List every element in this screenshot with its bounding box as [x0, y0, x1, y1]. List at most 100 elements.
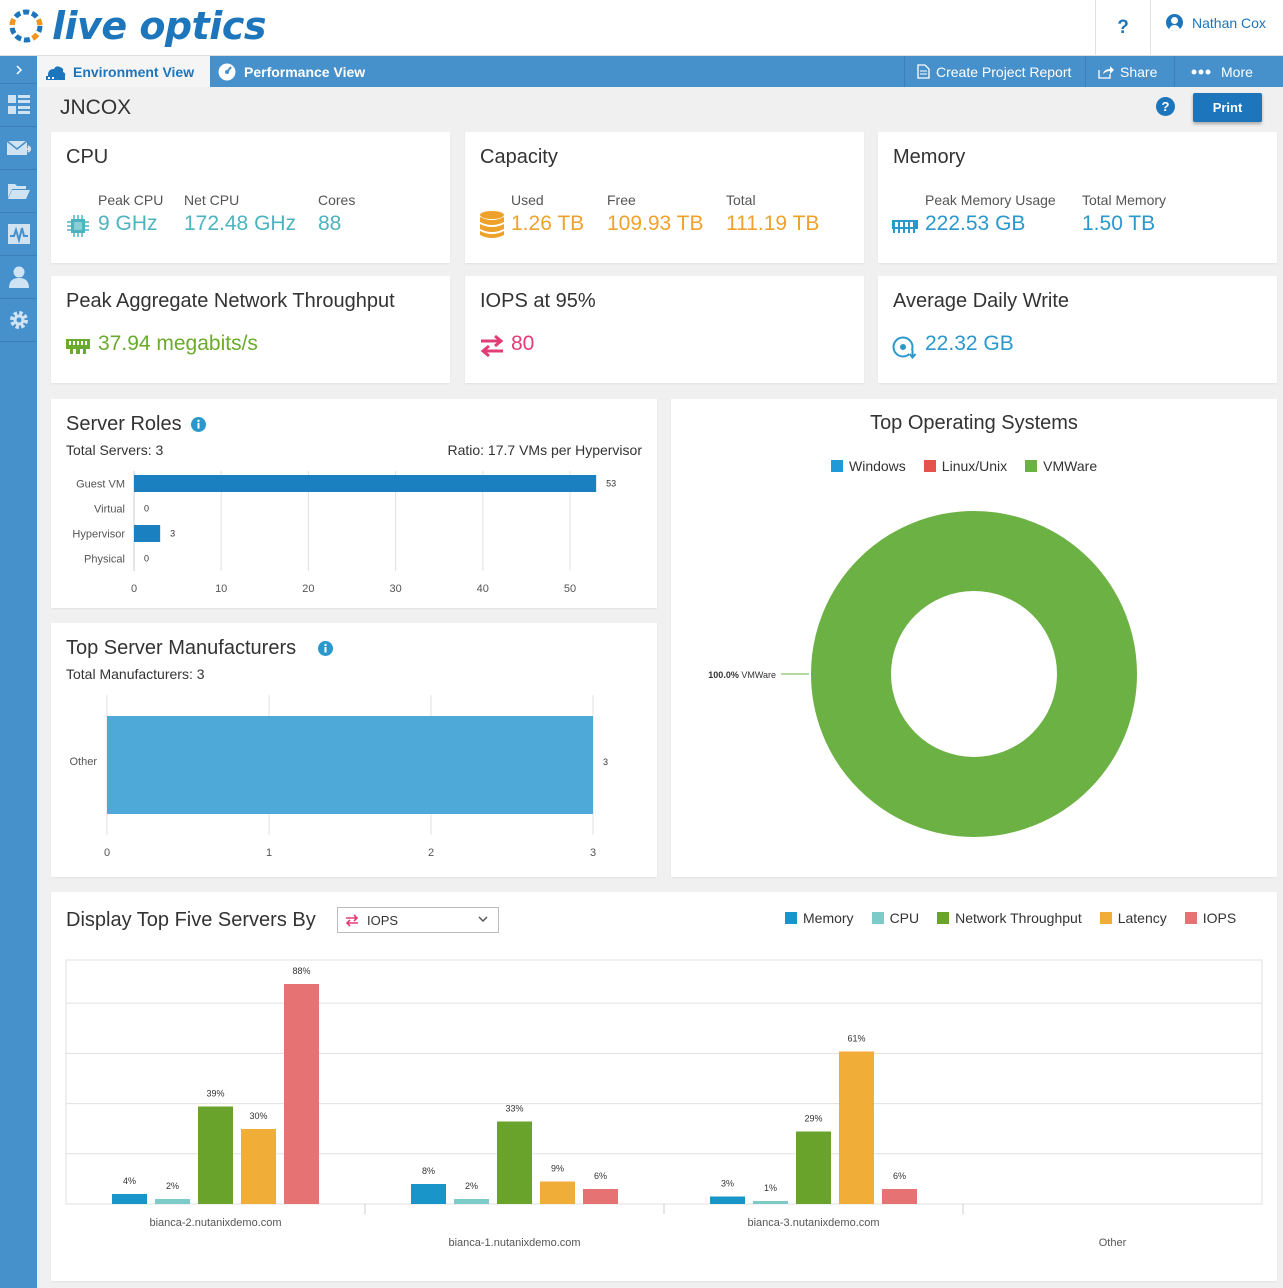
cpu-card: CPU Peak CPU Net CPU Cores 9 GHz 172.48 …: [51, 132, 450, 263]
top-header: live optics ? Nathan Cox: [0, 0, 1283, 56]
mail-icon: [6, 140, 31, 155]
print-button[interactable]: Print: [1193, 93, 1262, 122]
category-label: Virtual: [94, 504, 125, 516]
share-icon: [1098, 65, 1114, 79]
bar-value-label: 9%: [551, 1164, 564, 1174]
view-tab-bar: Environment View Performance View Create…: [37, 56, 1283, 87]
sidebar-item-users[interactable]: [0, 256, 37, 299]
memory-module-icon: [892, 220, 918, 233]
create-project-report-label: Create Project Report: [936, 63, 1072, 80]
total-memory-label: Total Memory: [1082, 192, 1167, 208]
peak-cpu-label: Peak CPU: [98, 192, 164, 208]
bar-value-label: 3%: [721, 1179, 734, 1189]
sidebar-item-performance[interactable]: [0, 213, 37, 256]
logo-icon: [9, 9, 43, 43]
bar[interactable]: [882, 1189, 917, 1204]
chevron-down-icon: [478, 916, 488, 923]
tab-environment-view[interactable]: Environment View: [37, 56, 210, 87]
os-donut-chart: 100.0% VMWare: [708, 511, 1137, 837]
more-label: More: [1221, 63, 1253, 80]
user-menu[interactable]: Nathan Cox: [1166, 14, 1266, 31]
bar[interactable]: [583, 1189, 618, 1204]
bar-value-label: 1%: [764, 1183, 777, 1193]
logo-text: live optics: [52, 4, 266, 48]
bar[interactable]: [839, 1051, 874, 1205]
share-label: Share: [1120, 63, 1158, 80]
more-dots-icon: [1191, 69, 1211, 74]
pulse-icon: [7, 224, 30, 244]
user-icon: [8, 266, 29, 288]
used-label: Used: [511, 192, 544, 208]
free-value: 109.93 TB: [607, 212, 704, 235]
tab-performance-label: Performance View: [244, 63, 366, 80]
x-tick-label: 30: [389, 583, 401, 595]
server-roles-chart: 0 10 20 30 40 50Guest VM 53Virtual 0Hypervisor 3…: [72, 471, 616, 595]
share-button[interactable]: Share: [1085, 56, 1174, 87]
bar[interactable]: [155, 1199, 190, 1204]
bar[interactable]: [796, 1131, 831, 1205]
donut-slice[interactable]: [811, 511, 1137, 837]
total-value: 111.19 TB: [726, 212, 820, 235]
cpu-title: CPU: [66, 146, 109, 168]
manufacturers-card: Top Server Manufacturers Total Manufactu…: [51, 623, 657, 877]
create-project-report-button[interactable]: Create Project Report: [904, 56, 1085, 87]
page-help-button[interactable]: ?: [1156, 97, 1175, 116]
page-title: JNCOX: [60, 96, 132, 119]
bar[interactable]: [753, 1201, 788, 1204]
bar[interactable]: [710, 1196, 745, 1205]
bar[interactable]: [284, 984, 319, 1204]
cpu-chip-icon: [67, 215, 89, 237]
total-memory-value: 1.50 TB: [1082, 212, 1156, 235]
network-value: 37.94 megabits/s: [98, 332, 258, 355]
bar[interactable]: [107, 716, 593, 814]
sidebar-item-mail[interactable]: [0, 127, 37, 170]
sidebar: [0, 56, 37, 1288]
chevron-right-icon: [15, 64, 22, 75]
cores-label: Cores: [318, 192, 356, 208]
bar[interactable]: [134, 525, 161, 542]
bar-value-label: 0: [144, 554, 149, 564]
avatar-icon: [1166, 14, 1183, 31]
bar[interactable]: [198, 1106, 233, 1205]
tab-performance-view[interactable]: Performance View: [217, 56, 365, 87]
category-label: Other: [69, 756, 97, 768]
memory-card: Memory Peak Memory Usage Total Memory 22…: [878, 132, 1277, 263]
bar[interactable]: [454, 1199, 489, 1204]
capacity-title: Capacity: [480, 146, 558, 168]
network-title: Peak Aggregate Network Throughput: [66, 290, 395, 312]
bar[interactable]: [241, 1129, 276, 1204]
top-five-card: Display Top Five Servers By Memory CPU Net…: [51, 892, 1277, 1281]
help-button[interactable]: ?: [1095, 0, 1151, 56]
slice-label: 100.0% VMWare: [708, 670, 776, 680]
x-tick-label: 50: [564, 583, 576, 595]
iops-title: IOPS at 95%: [480, 290, 596, 312]
sidebar-item-folder[interactable]: [0, 170, 37, 213]
bar-value-label: 88%: [292, 966, 310, 976]
expand-sidebar-button[interactable]: [0, 56, 37, 84]
bar[interactable]: [540, 1181, 575, 1205]
x-tick-label: 0: [104, 847, 110, 859]
swap-arrows-icon: [345, 913, 359, 927]
peak-memory-value: 222.53 GB: [925, 212, 1026, 235]
metric-select[interactable]: IOPS: [337, 907, 499, 933]
bar-value-label: 6%: [594, 1171, 607, 1181]
net-cpu-label: Net CPU: [184, 192, 240, 208]
net-cpu-value: 172.48 GHz: [184, 212, 297, 235]
bar[interactable]: [411, 1184, 446, 1204]
daily-write-title: Average Daily Write: [893, 290, 1069, 312]
x-tick-label: 0: [131, 583, 137, 595]
free-label: Free: [607, 192, 636, 208]
sidebar-item-settings[interactable]: [0, 299, 37, 342]
sidebar-item-dashboard[interactable]: [0, 84, 37, 127]
memory-title: Memory: [893, 146, 966, 168]
bar[interactable]: [134, 475, 597, 492]
bar[interactable]: [497, 1121, 532, 1205]
more-button[interactable]: More: [1174, 56, 1283, 87]
network-port-icon: [66, 339, 90, 354]
category-label: Physical: [84, 554, 125, 566]
top-os-card: Top Operating Systems Windows Linux/Unix V…: [671, 399, 1277, 877]
bar-value-label: 4%: [123, 1176, 136, 1186]
bar[interactable]: [112, 1194, 147, 1204]
live-optics-logo[interactable]: live optics: [6, 2, 266, 50]
category-label: bianca-1.nutanixdemo.com: [448, 1237, 580, 1249]
